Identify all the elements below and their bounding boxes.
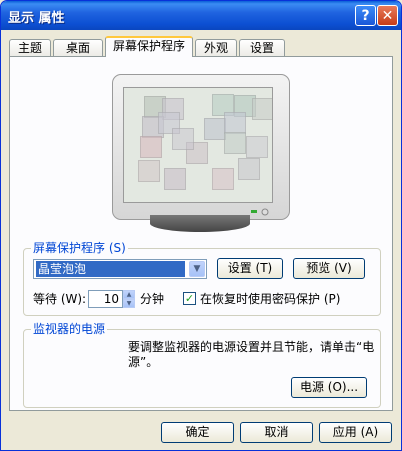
spin-up-icon[interactable]: ▲ [123,290,135,299]
preview-button[interactable]: 预览 (V) [293,258,365,279]
preview-bubble [224,132,246,154]
monitor-bezel [112,74,290,220]
help-button[interactable]: ? [355,5,376,26]
password-checkbox-label[interactable]: 在恢复时使用密码保护 (P) [200,292,340,306]
screensaver-selected-value: 晶莹泡泡 [36,261,185,277]
preview-bubble [164,168,186,190]
window-title: 显示 属性 [8,11,65,26]
close-button[interactable]: ✕ [377,5,398,26]
preview-bubble [212,168,234,190]
wait-minutes-input[interactable]: 10 [88,290,123,308]
preview-bubble [224,112,246,134]
power-led-icon [251,206,281,220]
tab-screensaver[interactable]: 屏幕保护程序 [105,36,193,57]
spin-down-icon[interactable]: ▼ [123,299,135,308]
power-button[interactable]: 电源 (O)... [291,377,367,398]
preview-bubble [246,136,268,158]
screensaver-select[interactable]: 晶莹泡泡 ▼ [33,259,207,279]
tab-settings[interactable]: 设置 [239,39,285,56]
monitor-stand [150,215,250,232]
ok-button[interactable]: 确定 [161,422,234,443]
monitor-preview [112,74,290,232]
apply-button[interactable]: 应用 (A) [319,422,392,443]
preview-bubble [172,128,194,150]
password-checkbox[interactable]: ✓ [183,292,196,305]
tab-appearance[interactable]: 外观 [195,39,237,56]
preview-bubble [238,158,260,180]
wait-label: 等待 (W): [33,292,87,306]
display-properties-window: 显示 属性 ? ✕ 主题 桌面 屏幕保护程序 外观 设置 屏幕保护程序 (S) … [0,0,402,451]
tab-desktop[interactable]: 桌面 [53,39,103,56]
preview-screen [123,87,273,203]
preview-bubble [252,98,272,120]
wait-spinner[interactable]: ▲ ▼ [123,290,135,308]
preview-bubble [140,136,162,158]
preview-bubble [138,160,160,182]
preview-bubble [204,118,226,140]
minutes-label: 分钟 [140,292,165,306]
screensaver-group-label: 屏幕保护程序 (S) [31,241,128,255]
settings-button[interactable]: 设置 (T) [217,258,283,279]
cancel-button[interactable]: 取消 [240,422,313,443]
chevron-down-icon[interactable]: ▼ [189,261,205,277]
title-bar[interactable]: 显示 属性 ? ✕ [1,1,401,30]
power-description: 要调整监视器的电源设置并且节能，请单击“电源”。 [128,340,375,369]
power-group-label: 监视器的电源 [31,322,108,336]
tab-themes[interactable]: 主题 [9,39,51,56]
